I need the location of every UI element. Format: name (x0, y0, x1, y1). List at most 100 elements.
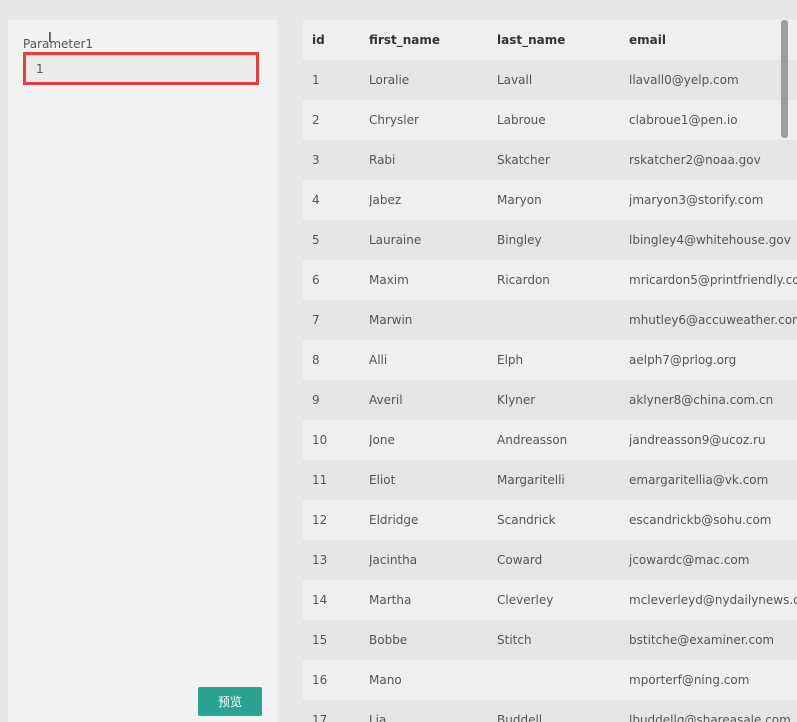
cell-first-name: Martha (369, 580, 497, 620)
cell-first-name: Loralie (369, 60, 497, 100)
cell-id: 6 (303, 260, 369, 300)
cell-id: 15 (303, 620, 369, 660)
cell-first-name: Eldridge (369, 500, 497, 540)
cell-id: 5 (303, 220, 369, 260)
cell-first-name: Alli (369, 340, 497, 380)
table-row[interactable]: 16 Mano mporterf@ning.com (303, 660, 797, 700)
results-table: id first_name last_name email 1 Loralie La… (303, 20, 797, 722)
cell-last-name (497, 660, 629, 700)
cell-first-name: Lia (369, 700, 497, 722)
cell-last-name: Scandrick (497, 500, 629, 540)
cell-email: mcleverleyd@nydailynews.co (629, 580, 797, 620)
cell-last-name: Labroue (497, 100, 629, 140)
cell-last-name: Buddell (497, 700, 629, 722)
cell-email: clabroue1@pen.io (629, 100, 797, 140)
cell-id: 7 (303, 300, 369, 340)
cell-email: aelph7@prlog.org (629, 340, 797, 380)
cell-id: 11 (303, 460, 369, 500)
preview-button[interactable]: 预览 (198, 687, 262, 716)
cell-first-name: Bobbe (369, 620, 497, 660)
cell-id: 10 (303, 420, 369, 460)
column-header-email[interactable]: email (629, 20, 797, 60)
parameter-label: Parameter1 (23, 37, 94, 51)
table-row[interactable]: 4 Jabez Maryon jmaryon3@storify.com (303, 180, 797, 220)
cell-last-name: Coward (497, 540, 629, 580)
table-row[interactable]: 5 Lauraine Bingley lbingley4@whitehouse.gov (303, 220, 797, 260)
table-row[interactable]: 11 Eliot Margaritelli emargaritellia@vk.com (303, 460, 797, 500)
cell-email: emargaritellia@vk.com (629, 460, 797, 500)
cell-first-name: Mano (369, 660, 497, 700)
cell-id: 4 (303, 180, 369, 220)
cell-email: jandreasson9@ucoz.ru (629, 420, 797, 460)
cell-id: 1 (303, 60, 369, 100)
cell-last-name: Ricardon (497, 260, 629, 300)
parameter-input[interactable] (25, 55, 257, 83)
cell-first-name: Marwin (369, 300, 497, 340)
cell-email: rskatcher2@noaa.gov (629, 140, 797, 180)
table-row[interactable]: 15 Bobbe Stitch bstitche@examiner.com (303, 620, 797, 660)
cell-id: 16 (303, 660, 369, 700)
cell-email: escandrickb@sohu.com (629, 500, 797, 540)
cell-first-name: Rabi (369, 140, 497, 180)
cell-last-name: Cleverley (497, 580, 629, 620)
table-row[interactable]: 2 Chrysler Labroue clabroue1@pen.io (303, 100, 797, 140)
cell-first-name: Jabez (369, 180, 497, 220)
column-header-id[interactable]: id (303, 20, 369, 60)
table-row[interactable]: 9 Averil Klyner aklyner8@china.com.cn (303, 380, 797, 420)
cell-email: mricardon5@printfriendly.co (629, 260, 797, 300)
cell-id: 9 (303, 380, 369, 420)
cell-email: jcowardc@mac.com (629, 540, 797, 580)
cell-email: mhutley6@accuweather.com (629, 300, 797, 340)
cell-last-name: Klyner (497, 380, 629, 420)
table-row[interactable]: 6 Maxim Ricardon mricardon5@printfriendly.c… (303, 260, 797, 300)
table-row[interactable]: 17 Lia Buddell lbuddellg@shareasale.com (303, 700, 797, 722)
cell-first-name: Chrysler (369, 100, 497, 140)
table-scrollbar-thumb[interactable] (781, 20, 788, 138)
cell-last-name: Elph (497, 340, 629, 380)
cell-id: 8 (303, 340, 369, 380)
cell-email: llavall0@yelp.com (629, 60, 797, 100)
cell-last-name: Stitch (497, 620, 629, 660)
cell-last-name: Maryon (497, 180, 629, 220)
results-table-panel: id first_name last_name email 1 Loralie La… (303, 20, 797, 722)
cell-first-name: Averil (369, 380, 497, 420)
cell-id: 17 (303, 700, 369, 722)
text-cursor-icon: I (48, 31, 52, 46)
table-row[interactable]: 8 Alli Elph aelph7@prlog.org (303, 340, 797, 380)
cell-first-name: Maxim (369, 260, 497, 300)
parameter-panel: Parameter1 I 预览 (8, 20, 277, 722)
page: Parameter1 I 预览 id first_name last_name … (0, 0, 797, 722)
cell-last-name (497, 300, 629, 340)
table-row[interactable]: 7 Marwin mhutley6@accuweather.com (303, 300, 797, 340)
cell-email: lbuddellg@shareasale.com (629, 700, 797, 722)
cell-last-name: Skatcher (497, 140, 629, 180)
cell-email: jmaryon3@storify.com (629, 180, 797, 220)
cell-first-name: Jacintha (369, 540, 497, 580)
table-header-row: id first_name last_name email (303, 20, 797, 60)
cell-id: 12 (303, 500, 369, 540)
cell-id: 13 (303, 540, 369, 580)
cell-email: aklyner8@china.com.cn (629, 380, 797, 420)
table-row[interactable]: 13 Jacintha Coward jcowardc@mac.com (303, 540, 797, 580)
cell-first-name: Jone (369, 420, 497, 460)
cell-last-name: Margaritelli (497, 460, 629, 500)
cell-last-name: Bingley (497, 220, 629, 260)
cell-first-name: Lauraine (369, 220, 497, 260)
table-body: 1 Loralie Lavall llavall0@yelp.com 2 Chrysler… (303, 60, 797, 722)
cell-last-name: Lavall (497, 60, 629, 100)
table-row[interactable]: 1 Loralie Lavall llavall0@yelp.com (303, 60, 797, 100)
cell-first-name: Eliot (369, 460, 497, 500)
cell-email: lbingley4@whitehouse.gov (629, 220, 797, 260)
cell-id: 3 (303, 140, 369, 180)
cell-email: mporterf@ning.com (629, 660, 797, 700)
table-row[interactable]: 12 Eldridge Scandrick escandrickb@sohu.com (303, 500, 797, 540)
table-row[interactable]: 14 Martha Cleverley mcleverleyd@nydailynews… (303, 580, 797, 620)
table-row[interactable]: 3 Rabi Skatcher rskatcher2@noaa.gov (303, 140, 797, 180)
column-header-first-name[interactable]: first_name (369, 20, 497, 60)
cell-last-name: Andreasson (497, 420, 629, 460)
cell-id: 2 (303, 100, 369, 140)
cell-email: bstitche@examiner.com (629, 620, 797, 660)
column-header-last-name[interactable]: last_name (497, 20, 629, 60)
table-row[interactable]: 10 Jone Andreasson jandreasson9@ucoz.ru (303, 420, 797, 460)
cell-id: 14 (303, 580, 369, 620)
